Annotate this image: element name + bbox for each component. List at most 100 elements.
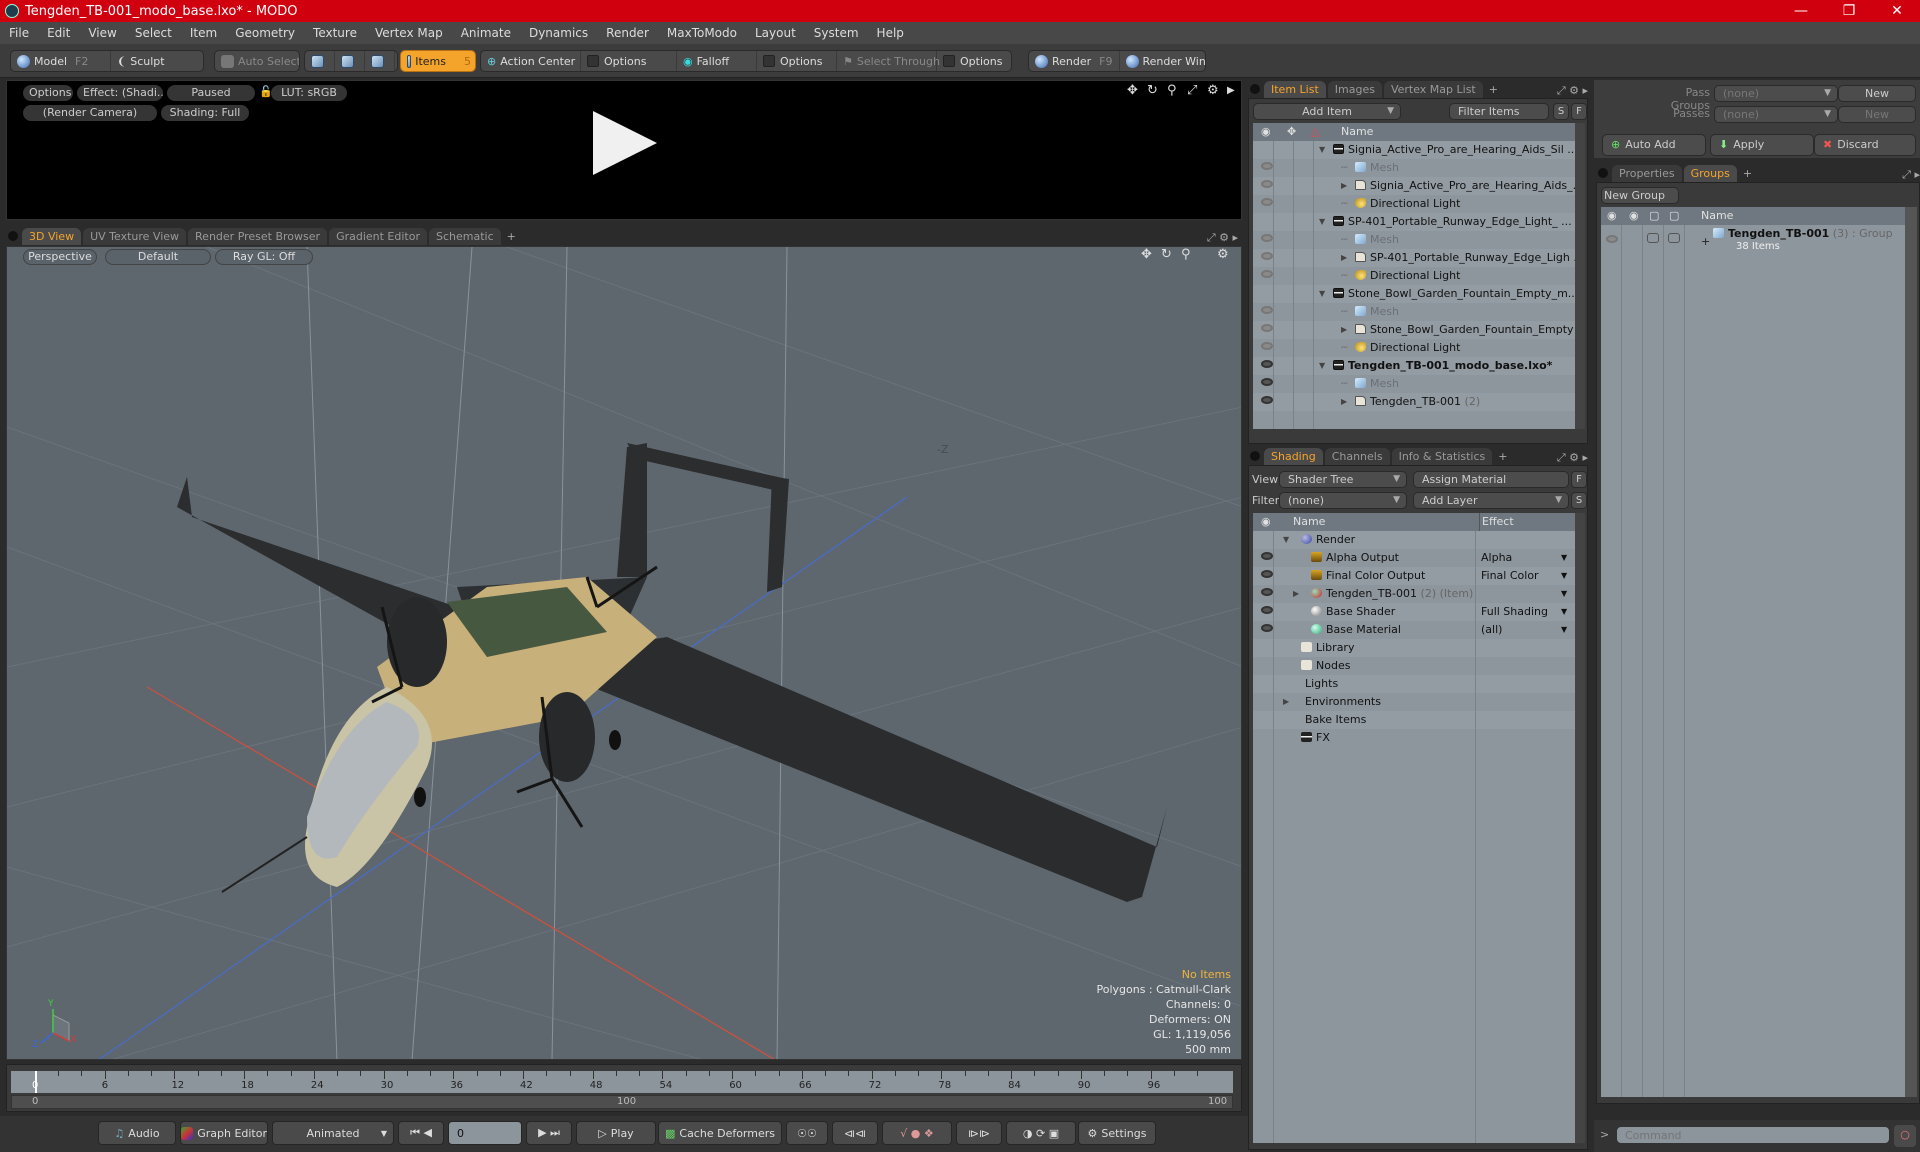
panel-menu-dot[interactable] <box>1250 84 1260 94</box>
menu-view[interactable]: View <box>79 26 125 40</box>
effect-dropdown-icon[interactable]: ▼ <box>1561 603 1567 621</box>
shader-row[interactable]: Base Shader Full Shading ▼ <box>1253 603 1575 621</box>
visibility-eye-icon[interactable] <box>1261 396 1273 404</box>
menu-texture[interactable]: Texture <box>304 26 366 40</box>
panel-options-icon[interactable]: ⤢ ▸ <box>1902 168 1920 182</box>
lut-dropdown[interactable]: LUT: sRGB <box>271 85 347 101</box>
effect-dropdown-icon[interactable]: ▼ <box>1561 585 1567 603</box>
shader-row[interactable]: ▶ Tengden_TB-001 (2) (Item) ▼ <box>1253 585 1575 603</box>
effect-value[interactable]: Final Color <box>1481 567 1539 585</box>
item-row[interactable]: ┄ Directional Light <box>1253 267 1575 285</box>
expand-arrow-icon[interactable]: ▶ <box>1283 693 1289 711</box>
tab-render-preset-browser[interactable]: Render Preset Browser <box>188 228 328 245</box>
collapse-arrow-icon[interactable]: ▼ <box>1319 213 1325 231</box>
menu-render[interactable]: Render <box>597 26 658 40</box>
range-ruler[interactable]: 0 100 100 <box>11 1095 1233 1109</box>
restore-button[interactable]: ❐ <box>1826 0 1872 22</box>
visibility-eye-icon[interactable] <box>1261 306 1273 314</box>
visibility-eye-icon[interactable] <box>1261 234 1273 242</box>
menu-geometry[interactable]: Geometry <box>226 26 304 40</box>
visibility-eye-icon[interactable] <box>1261 570 1273 578</box>
effect-value[interactable]: (all) <box>1481 621 1502 639</box>
close-button[interactable]: ✕ <box>1874 0 1920 22</box>
visibility-eye-icon[interactable] <box>1261 588 1273 596</box>
s-button[interactable]: S <box>1553 103 1569 120</box>
keyframe-buttons[interactable]: √ ● ❖ <box>882 1121 952 1145</box>
item-row[interactable]: ▼ SP-401_Portable_Runway_Edge_Light_ ... <box>1253 213 1575 231</box>
select-through-button[interactable]: ⚑ Select Through <box>837 51 940 71</box>
item-row[interactable]: ▶ SP-401_Portable_Runway_Edge_Ligh ... <box>1253 249 1575 267</box>
menu-vertex-map[interactable]: Vertex Map <box>366 26 452 40</box>
collapse-arrow-icon[interactable]: ▼ <box>1319 357 1325 375</box>
prev-key-buttons[interactable]: ⧏⧏ <box>832 1121 878 1145</box>
jump-end-buttons[interactable]: ▶ ⏭ <box>526 1121 572 1145</box>
expand-plus-icon[interactable]: + <box>1701 235 1710 248</box>
effect-column-header[interactable]: Effect <box>1479 513 1514 531</box>
lock-checkbox[interactable] <box>1647 233 1659 243</box>
materials-button[interactable] <box>395 51 397 71</box>
camera-dropdown[interactable]: (Render Camera) <box>23 105 157 121</box>
play-button[interactable]: ▷ Play <box>576 1121 656 1145</box>
action-center-button[interactable]: ⊕ Action Center <box>481 51 581 71</box>
view-dropdown[interactable]: Shader Tree ▼ <box>1279 471 1407 488</box>
tab-schematic[interactable]: Schematic <box>429 228 501 245</box>
key-tools-buttons[interactable]: ◑ ⟳ ▣ <box>1006 1121 1076 1145</box>
new-pass-button[interactable]: New <box>1838 106 1916 123</box>
item-row[interactable]: ┄ Mesh <box>1253 231 1575 249</box>
shading-dropdown[interactable]: Shading: Full <box>161 105 249 121</box>
shader-row[interactable]: Nodes <box>1253 657 1575 675</box>
visibility-eye-icon[interactable] <box>1261 180 1273 188</box>
shader-row[interactable]: ▶ Environments <box>1253 693 1575 711</box>
name-column-header[interactable]: Name <box>1341 123 1373 141</box>
item-row[interactable]: ┄ Mesh <box>1253 159 1575 177</box>
tab-3d-view[interactable]: 3D View <box>22 228 82 245</box>
edges-button[interactable] <box>335 51 365 71</box>
menu-select[interactable]: Select <box>126 26 181 40</box>
add-tab-button[interactable]: + <box>1485 81 1502 98</box>
expand-arrow-icon[interactable]: ▶ <box>1341 249 1347 267</box>
filter-dropdown[interactable]: (none) ▼ <box>1279 492 1407 509</box>
menu-file[interactable]: File <box>0 26 38 40</box>
item-row[interactable]: ▶ Signia_Active_Pro_are_Hearing_Aids_... <box>1253 177 1575 195</box>
panel-options-icon[interactable]: ⤢ ⚙ ▸ <box>1557 451 1588 465</box>
effect-dropdown[interactable]: Effect: (Shadi... <box>77 85 163 101</box>
tab-item-list[interactable]: Item List <box>1264 81 1326 98</box>
falloff-options-button[interactable]: Options <box>757 51 837 71</box>
menu-dynamics[interactable]: Dynamics <box>520 26 597 40</box>
add-tab-button[interactable]: + <box>1494 448 1511 465</box>
effect-value[interactable]: Alpha <box>1481 549 1512 567</box>
polygons-button[interactable] <box>365 51 395 71</box>
visibility-eye-icon[interactable] <box>1261 624 1273 632</box>
visibility-eye-icon[interactable] <box>1261 198 1273 206</box>
f-button[interactable]: F <box>1571 103 1587 120</box>
menu-edit[interactable]: Edit <box>38 26 79 40</box>
s-button[interactable]: S <box>1571 492 1587 509</box>
collapse-arrow-icon[interactable]: ▼ <box>1283 531 1289 549</box>
menu-animate[interactable]: Animate <box>452 26 520 40</box>
item-row[interactable]: ┄ Directional Light <box>1253 339 1575 357</box>
expand-arrow-icon[interactable]: ▶ <box>1341 177 1347 195</box>
name-column-header[interactable]: Name <box>1701 207 1733 225</box>
tab-gradient-editor[interactable]: Gradient Editor <box>329 228 427 245</box>
auto-add-button[interactable]: ⊕ Auto Add <box>1602 134 1706 156</box>
action-options-button[interactable]: Options <box>581 51 677 71</box>
render-button[interactable]: Render F9 <box>1029 51 1120 71</box>
item-row[interactable]: ┄ Mesh <box>1253 375 1575 393</box>
collapse-arrow-icon[interactable]: ▼ <box>1319 285 1325 303</box>
3d-viewport[interactable]: -Z Y X Z Perspective Default Ray GL: Off… <box>6 246 1242 1060</box>
passes-dropdown[interactable]: (none) ▼ <box>1714 106 1838 123</box>
add-item-dropdown[interactable]: Add Item ▼ <box>1253 103 1401 120</box>
viewport-maximize-icon[interactable]: ⤢ ⚙ ▸ <box>1207 231 1242 245</box>
shader-tree-scrollbar[interactable] <box>1575 513 1585 1143</box>
expand-arrow-icon[interactable]: ▶ <box>1341 393 1347 411</box>
settings-button[interactable]: ⚙ Settings <box>1078 1121 1156 1145</box>
shader-row[interactable]: ▼ Render <box>1253 531 1575 549</box>
effect-value[interactable]: Full Shading <box>1481 603 1548 621</box>
group-row[interactable]: + Tengden_TB-001 (3) : Group 38 Items <box>1601 225 1905 255</box>
assign-material-button[interactable]: Assign Material <box>1413 471 1569 488</box>
viewport-gear-icon[interactable]: ⚙ <box>1217 247 1229 262</box>
frame-input[interactable]: 0 <box>448 1121 522 1145</box>
pass-groups-dropdown[interactable]: (none) ▼ <box>1714 85 1838 102</box>
name-column-header[interactable]: Name <box>1293 513 1325 531</box>
tab-groups[interactable]: Groups <box>1683 165 1737 182</box>
